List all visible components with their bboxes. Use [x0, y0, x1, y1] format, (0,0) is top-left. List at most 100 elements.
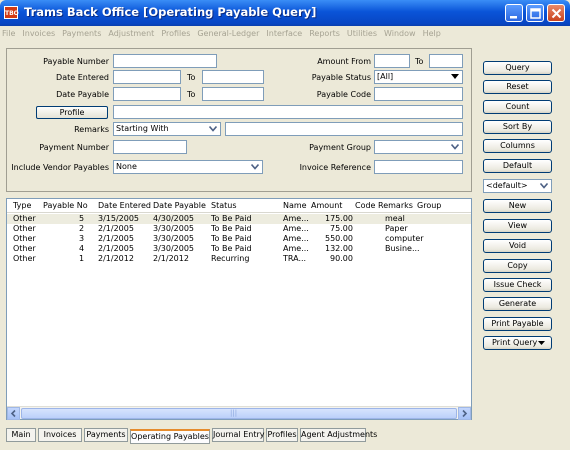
- menu-file[interactable]: File: [2, 29, 15, 38]
- menu-utilities[interactable]: Utilities: [347, 29, 377, 38]
- remarks-mode-select[interactable]: Starting With: [113, 122, 221, 136]
- scrollbar-thumb[interactable]: |||: [21, 408, 457, 419]
- new-button[interactable]: New: [483, 199, 552, 213]
- date-payable-to-input[interactable]: [202, 87, 264, 101]
- menu-profiles[interactable]: Profiles: [161, 29, 190, 38]
- tab-operating-payables[interactable]: Operating Payables: [130, 429, 210, 444]
- sort-by-button[interactable]: Sort By: [483, 120, 552, 134]
- profile-input[interactable]: [113, 105, 463, 119]
- chevron-left-icon: [10, 409, 16, 418]
- cell-payable-no: 5: [79, 214, 85, 223]
- generate-button[interactable]: Generate: [483, 297, 552, 311]
- print-payable-button[interactable]: Print Payable: [483, 317, 552, 331]
- cell-name: Ame...: [283, 234, 309, 243]
- payable-status-value: [All]: [377, 72, 394, 81]
- cell-status: Recurring: [211, 254, 250, 263]
- void-button[interactable]: Void: [483, 239, 552, 253]
- cell-amount: 75.00: [330, 224, 353, 233]
- column-header-date-payable[interactable]: Date Payable: [153, 201, 206, 210]
- count-button[interactable]: Count: [483, 100, 552, 114]
- date-entered-to-label: To: [187, 73, 196, 82]
- payment-group-select[interactable]: [374, 140, 463, 154]
- amount-to-input[interactable]: [429, 54, 463, 68]
- tab-journal-entry[interactable]: Journal Entry: [212, 428, 265, 442]
- payable-status-label: Payable Status: [311, 73, 371, 82]
- column-header-date-entered[interactable]: Date Entered: [98, 201, 151, 210]
- default-button[interactable]: Default: [483, 159, 552, 173]
- payment-number-input[interactable]: [113, 140, 187, 154]
- column-header-status[interactable]: Status: [211, 201, 237, 210]
- cell-status: To Be Paid: [211, 214, 252, 223]
- layout-select[interactable]: <default>: [483, 179, 552, 193]
- table-row[interactable]: Other 1 2/1/2012 2/1/2012 Recurring TRA.…: [7, 254, 471, 264]
- menu-payments[interactable]: Payments: [62, 29, 101, 38]
- issue-check-button[interactable]: Issue Check: [483, 278, 552, 292]
- date-entered-from-input[interactable]: [113, 70, 181, 84]
- tab-profiles[interactable]: Profiles: [266, 428, 298, 442]
- scroll-right-button[interactable]: [458, 407, 471, 420]
- date-payable-from-input[interactable]: [113, 87, 181, 101]
- date-entered-to-input[interactable]: [202, 70, 264, 84]
- column-header-amount[interactable]: Amount: [311, 201, 342, 210]
- menu-window[interactable]: Window: [384, 29, 416, 38]
- menu-reports[interactable]: Reports: [309, 29, 340, 38]
- column-header-name[interactable]: Name: [283, 201, 307, 210]
- menu-interface[interactable]: Interface: [266, 29, 302, 38]
- date-payable-to-label: To: [187, 90, 196, 99]
- table-row[interactable]: Other 2 2/1/2005 3/30/2005 To Be Paid Am…: [7, 224, 471, 234]
- tab-main[interactable]: Main: [6, 428, 36, 442]
- menu-general-ledger[interactable]: General-Ledger: [197, 29, 259, 38]
- cell-name: Ame...: [283, 244, 309, 253]
- cell-remarks: meal: [385, 214, 405, 223]
- scroll-left-button[interactable]: [7, 407, 20, 420]
- payable-status-select[interactable]: [All]: [374, 70, 463, 84]
- horizontal-scrollbar[interactable]: |||: [7, 406, 471, 420]
- tab-payments[interactable]: Payments: [84, 428, 128, 442]
- tab-invoices[interactable]: Invoices: [38, 428, 82, 442]
- menu-adjustment[interactable]: Adjustment: [108, 29, 154, 38]
- close-button[interactable]: [547, 4, 565, 22]
- menu-invoices[interactable]: Invoices: [22, 29, 55, 38]
- date-entered-label: Date Entered: [56, 73, 109, 82]
- query-button[interactable]: Query: [483, 61, 552, 75]
- include-vendor-payables-value: None: [116, 162, 137, 171]
- invoice-reference-label: Invoice Reference: [299, 163, 371, 172]
- payment-group-label: Payment Group: [309, 143, 371, 152]
- maximize-button[interactable]: [526, 4, 544, 22]
- column-header-group[interactable]: Group: [417, 201, 441, 210]
- table-row[interactable]: Other 3 2/1/2005 3/30/2005 To Be Paid Am…: [7, 234, 471, 244]
- tab-agent-adjustments[interactable]: Agent Adjustments: [300, 428, 377, 442]
- remarks-input[interactable]: [225, 122, 463, 136]
- results-list[interactable]: Type Payable No Date Entered Date Payabl…: [6, 198, 472, 420]
- payable-number-input[interactable]: [113, 54, 217, 68]
- cell-date-payable: 3/30/2005: [153, 224, 195, 233]
- minimize-button[interactable]: [505, 4, 523, 22]
- cell-status: To Be Paid: [211, 224, 252, 233]
- column-header-remarks[interactable]: Remarks: [378, 201, 413, 210]
- payable-code-input[interactable]: [374, 87, 463, 101]
- payment-number-label: Payment Number: [39, 143, 109, 152]
- print-query-button[interactable]: Print Query: [483, 336, 552, 350]
- invoice-reference-input[interactable]: [374, 160, 463, 174]
- table-row[interactable]: Other 5 3/15/2005 4/30/2005 To Be Paid A…: [7, 214, 471, 224]
- cell-remarks: computer: [385, 234, 424, 243]
- profile-button[interactable]: Profile: [36, 106, 108, 119]
- chevron-down-icon: [207, 124, 219, 134]
- cell-status: To Be Paid: [211, 234, 252, 243]
- amount-from-input[interactable]: [374, 54, 410, 68]
- column-header-code[interactable]: Code: [355, 201, 375, 210]
- view-button[interactable]: View: [483, 219, 552, 233]
- table-row[interactable]: Other 4 2/1/2005 3/30/2005 To Be Paid Am…: [7, 244, 471, 254]
- include-vendor-payables-select[interactable]: None: [113, 160, 263, 174]
- cell-amount: 550.00: [325, 234, 353, 243]
- column-header-type[interactable]: Type: [13, 201, 31, 210]
- menu-help[interactable]: Help: [423, 29, 441, 38]
- reset-button[interactable]: Reset: [483, 80, 552, 94]
- copy-button[interactable]: Copy: [483, 259, 552, 273]
- columns-button[interactable]: Columns: [483, 139, 552, 153]
- cell-date-payable: 2/1/2012: [153, 254, 189, 263]
- print-query-label: Print Query: [492, 338, 538, 347]
- cell-payable-no: 3: [79, 234, 85, 243]
- chevron-down-icon: [449, 142, 461, 152]
- column-header-payable-no[interactable]: Payable No: [43, 201, 88, 210]
